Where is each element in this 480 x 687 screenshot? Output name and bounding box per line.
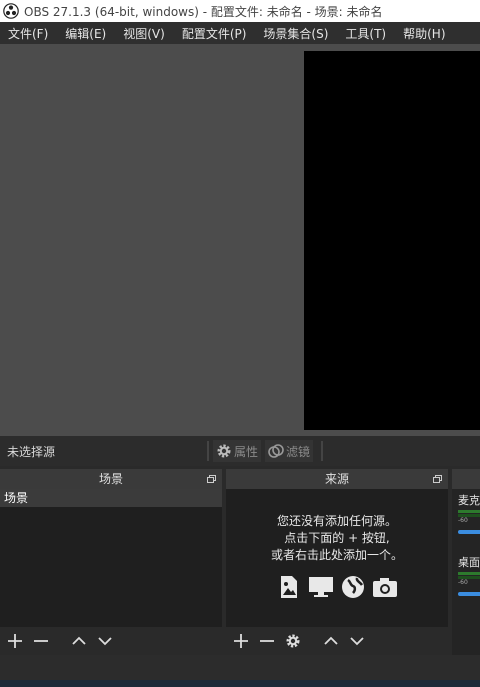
minus-icon <box>34 640 48 642</box>
minus-icon <box>260 640 274 642</box>
menu-view[interactable]: 视图(V) <box>115 25 165 42</box>
scenes-toolbar <box>0 627 222 655</box>
add-source-button[interactable] <box>232 632 250 650</box>
sources-dock: 来源 您还没有添加任何源。 点击下面的 + 按钮, 或者右击此处添加一个。 <box>226 469 448 655</box>
chevron-down-icon <box>98 637 112 646</box>
remove-source-button[interactable] <box>258 632 276 650</box>
filter-icon <box>268 444 284 458</box>
chevron-up-icon <box>72 636 86 645</box>
context-bar: 未选择源 属性 滤镜 <box>0 436 480 466</box>
audio-mixer-header <box>452 469 480 489</box>
move-scene-down-button[interactable] <box>96 632 114 650</box>
plus-icon <box>8 634 22 648</box>
camera-icon <box>373 578 397 597</box>
properties-button[interactable]: 属性 <box>213 440 262 462</box>
source-type-icons <box>226 574 448 600</box>
volume-slider[interactable] <box>458 592 480 596</box>
source-properties-button[interactable] <box>284 632 302 650</box>
no-source-selected-label: 未选择源 <box>7 444 56 459</box>
filters-button[interactable]: 滤镜 <box>265 440 314 462</box>
preview-area[interactable] <box>0 44 480 436</box>
move-source-up-button[interactable] <box>322 632 340 650</box>
separator <box>321 441 324 461</box>
float-dock-icon[interactable] <box>207 475 216 483</box>
chevron-down-icon <box>350 637 364 646</box>
audio-mixer-dock: 麦克 -60 桌面 -60 <box>452 469 480 655</box>
sources-dock-title: 来源 <box>324 472 349 486</box>
mixer-channel-name: 桌面 <box>458 556 480 569</box>
mixer-channel-name: 麦克 <box>458 494 480 507</box>
empty-message-line: 或者右击此处添加一个。 <box>270 548 403 562</box>
menu-edit[interactable]: 编辑(E) <box>57 25 106 42</box>
gear-icon <box>217 444 231 458</box>
window-title: OBS 27.1.3 (64-bit, windows) - 配置文件: 未命名… <box>24 4 383 19</box>
mixer-channel: 桌面 -60 <box>452 554 480 596</box>
move-source-down-button[interactable] <box>348 632 366 650</box>
volume-slider[interactable] <box>458 530 480 534</box>
filters-label: 滤镜 <box>286 444 311 459</box>
sources-dock-header: 来源 <box>226 469 448 489</box>
float-dock-icon[interactable] <box>433 475 442 483</box>
mixer-channel: 麦克 -60 <box>452 492 480 534</box>
mixer-db-label: -60 <box>458 517 468 524</box>
chevron-up-icon <box>324 636 338 645</box>
add-scene-button[interactable] <box>6 632 24 650</box>
image-icon <box>281 576 297 598</box>
menu-scene-collection[interactable]: 场景集合(S) <box>255 25 328 42</box>
remove-scene-button[interactable] <box>32 632 50 650</box>
menu-profile[interactable]: 配置文件(P) <box>174 25 247 42</box>
move-scene-up-button[interactable] <box>70 632 88 650</box>
volume-meter <box>458 510 480 513</box>
gear-icon <box>286 634 300 648</box>
sources-toolbar <box>226 627 448 655</box>
properties-label: 属性 <box>234 444 259 459</box>
preview-canvas[interactable] <box>304 51 480 430</box>
menu-tools[interactable]: 工具(T) <box>337 25 386 42</box>
scenes-dock-title: 场景 <box>98 472 123 486</box>
obs-logo-icon <box>3 3 19 19</box>
globe-icon <box>342 576 364 598</box>
separator <box>207 441 209 461</box>
menu-bar: 文件(F) 编辑(E) 视图(V) 配置文件(P) 场景集合(S) 工具(T) … <box>0 22 480 44</box>
monitor-icon <box>309 577 333 597</box>
title-bar: OBS 27.1.3 (64-bit, windows) - 配置文件: 未命名… <box>0 0 480 22</box>
mixer-db-label: -60 <box>458 579 468 586</box>
taskbar-strip <box>0 680 480 687</box>
menu-file[interactable]: 文件(F) <box>0 25 48 42</box>
plus-icon <box>234 634 248 648</box>
scenes-list[interactable]: 场景 <box>0 489 222 627</box>
empty-message-line: 点击下面的 + 按钮, <box>284 531 390 545</box>
empty-message-line: 您还没有添加任何源。 <box>276 514 397 528</box>
no-sources-message: 您还没有添加任何源。 点击下面的 + 按钮, 或者右击此处添加一个。 <box>226 513 448 564</box>
menu-help[interactable]: 帮助(H) <box>395 25 445 42</box>
volume-meter <box>458 572 480 575</box>
list-item[interactable]: 场景 <box>0 489 222 507</box>
scenes-dock: 场景 场景 <box>0 469 222 655</box>
sources-list[interactable]: 您还没有添加任何源。 点击下面的 + 按钮, 或者右击此处添加一个。 <box>226 489 448 627</box>
scenes-dock-header: 场景 <box>0 469 222 489</box>
